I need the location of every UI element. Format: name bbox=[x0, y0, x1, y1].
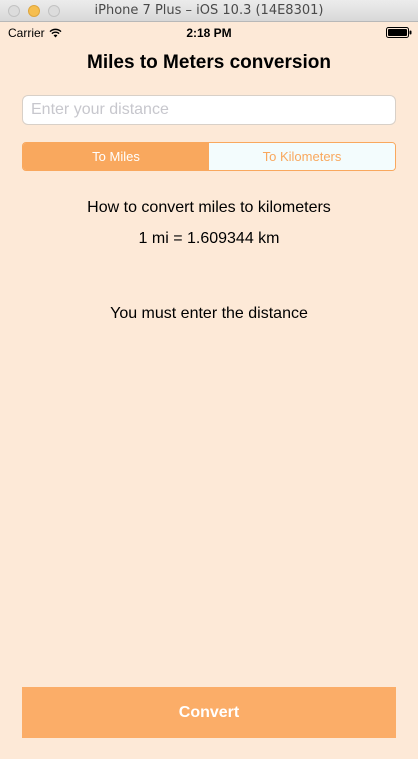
window-titlebar: iPhone 7 Plus – iOS 10.3 (14E8301) bbox=[0, 0, 418, 22]
segment-to-kilometers[interactable]: To Kilometers bbox=[209, 143, 395, 170]
battery-icon bbox=[386, 27, 412, 38]
status-bar: Carrier 2:18 PM bbox=[0, 22, 418, 42]
simulator-window: iPhone 7 Plus – iOS 10.3 (14E8301) Carri… bbox=[0, 0, 418, 759]
conversion-segmented-control[interactable]: To Miles To Kilometers bbox=[22, 142, 396, 171]
conversion-formula: 1 mi = 1.609344 km bbox=[138, 230, 280, 247]
page-title: Miles to Meters conversion bbox=[87, 52, 331, 73]
distance-input[interactable] bbox=[22, 95, 396, 125]
window-title: iPhone 7 Plus – iOS 10.3 (14E8301) bbox=[94, 3, 324, 18]
app-screen: Carrier 2:18 PM Miles to Meters conversi… bbox=[0, 22, 418, 759]
status-time: 2:18 PM bbox=[186, 26, 232, 40]
result-message: You must enter the distance bbox=[110, 305, 308, 322]
conversion-heading: How to convert miles to kilometers bbox=[87, 199, 331, 216]
segment-to-miles[interactable]: To Miles bbox=[23, 143, 209, 170]
convert-button[interactable]: Convert bbox=[22, 687, 396, 738]
